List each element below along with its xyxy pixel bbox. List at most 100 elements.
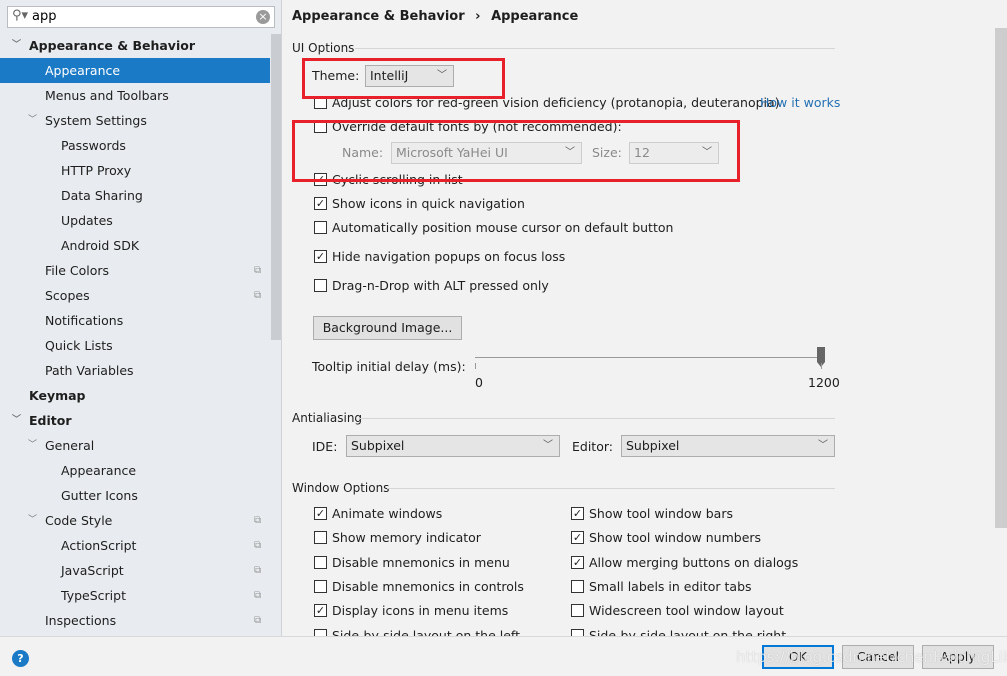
chevron-down-icon[interactable]: ﹀	[28, 433, 37, 458]
project-scope-icon: ⧉	[254, 290, 262, 301]
sidebar-item-label: Code Style	[45, 513, 113, 528]
checkbox-label: Widescreen tool window layout	[589, 603, 784, 619]
show-icons-checkbox[interactable]: ✓ Show icons in quick navigation	[314, 196, 525, 212]
sidebar-item-label: Inspections	[45, 613, 117, 628]
slider-tick	[475, 363, 476, 369]
window-option-checkbox[interactable]: ✓ Show tool window numbers	[571, 530, 761, 546]
sidebar-item[interactable]: ﹀ Editor	[0, 408, 270, 433]
sidebar-item-label: Android SDK	[61, 238, 140, 253]
sidebar-scrollbar[interactable]	[271, 34, 281, 340]
sidebar-item[interactable]: Gutter Icons	[0, 483, 270, 508]
sidebar-item[interactable]: TypeScript ⧉	[0, 583, 270, 608]
checkbox-label: Automatically position mouse cursor on d…	[332, 220, 674, 235]
window-option-checkbox[interactable]: ✓ Allow merging buttons on dialogs	[571, 555, 798, 571]
window-option-checkbox[interactable]: ✓ Show tool window bars	[571, 506, 733, 522]
checkbox-box: ✓	[314, 604, 327, 618]
sidebar-item[interactable]: Data Sharing	[0, 183, 270, 208]
sidebar-item[interactable]: Menus and Toolbars	[0, 83, 270, 108]
antialiasing-title: Antialiasing	[292, 411, 363, 425]
checkbox-box: ✓	[314, 197, 327, 210]
window-option-checkbox[interactable]: ✓ Animate windows	[314, 506, 442, 522]
checkbox-box	[314, 279, 327, 292]
sidebar-item[interactable]: ﹀ Code Style ⧉	[0, 508, 270, 533]
sidebar-item[interactable]: Updates	[0, 208, 270, 233]
dialog-footer: ? OK Cancel Apply https://blog.csdn.net/…	[0, 636, 1007, 676]
editor-label: Editor:	[572, 439, 613, 454]
sidebar-item[interactable]: Passwords	[0, 133, 270, 158]
editor-value: Subpixel	[626, 438, 680, 453]
ide-antialiasing-dropdown[interactable]: Subpixel ﹀	[346, 435, 560, 457]
sidebar-item[interactable]: Quick Lists	[0, 333, 270, 358]
project-scope-icon: ⧉	[254, 265, 262, 276]
watermark: https://blog.csdn.net/chenHaiqingLike	[736, 648, 1007, 666]
checkbox-label: Show memory indicator	[332, 530, 481, 546]
sidebar-item[interactable]: ﹀ General	[0, 433, 270, 458]
checkbox-label: Disable mnemonics in controls	[332, 578, 524, 594]
highlight-box	[302, 58, 505, 99]
breadcrumb-current: Appearance	[491, 9, 579, 24]
sidebar-item-label: JavaScript	[61, 563, 124, 578]
sidebar-item-label: Menus and Toolbars	[45, 88, 169, 103]
sidebar-item-label: Appearance	[61, 463, 137, 478]
project-scope-icon: ⧉	[254, 540, 262, 551]
slider-min-label: 0	[475, 375, 483, 390]
project-scope-icon: ⧉	[254, 590, 262, 601]
sidebar-item[interactable]: Keymap	[0, 383, 270, 408]
project-scope-icon: ⧉	[254, 565, 262, 576]
window-option-checkbox[interactable]: Widescreen tool window layout	[571, 603, 784, 619]
sidebar-item[interactable]: HTTP Proxy	[0, 158, 270, 183]
sidebar-item[interactable]: Inspections ⧉	[0, 608, 270, 633]
sidebar-item-label: ActionScript	[61, 538, 137, 553]
tooltip-delay-label: Tooltip initial delay (ms):	[312, 359, 466, 374]
drag-drop-checkbox[interactable]: Drag-n-Drop with ALT pressed only	[314, 278, 549, 294]
search-field[interactable]: ⚲▾ ×	[7, 6, 275, 28]
project-scope-icon: ⧉	[254, 515, 262, 526]
sidebar-item[interactable]: Appearance	[0, 458, 270, 483]
sidebar-item[interactable]: ActionScript ⧉	[0, 533, 270, 558]
chevron-down-icon[interactable]: ﹀	[28, 108, 37, 133]
help-icon[interactable]: ?	[12, 650, 29, 667]
chevron-down-icon: ﹀	[543, 440, 553, 451]
ide-label: IDE:	[312, 439, 338, 454]
sidebar-item[interactable]: Scopes ⧉	[0, 283, 270, 308]
sidebar-item[interactable]: ﹀ Appearance & Behavior	[0, 33, 270, 58]
chevron-down-icon[interactable]: ﹀	[12, 33, 21, 58]
checkbox-box	[314, 555, 327, 569]
breadcrumb-separator: ›	[475, 9, 481, 24]
sidebar-item[interactable]: JavaScript ⧉	[0, 558, 270, 583]
window-option-checkbox[interactable]: ✓ Display icons in menu items	[314, 603, 508, 619]
chevron-down-icon[interactable]: ﹀	[28, 508, 37, 533]
sidebar-item[interactable]: Android SDK	[0, 233, 270, 258]
auto-cursor-checkbox[interactable]: Automatically position mouse cursor on d…	[314, 220, 673, 236]
sidebar-item-label: General	[45, 438, 95, 453]
hide-popups-checkbox[interactable]: ✓ Hide navigation popups on focus loss	[314, 249, 565, 265]
search-input[interactable]	[32, 9, 252, 24]
main-scrollbar[interactable]	[995, 28, 1007, 528]
sidebar-item[interactable]: Appearance	[0, 58, 270, 83]
sidebar-item[interactable]: Path Variables	[0, 358, 270, 383]
checkbox-box	[571, 579, 584, 593]
checkbox-label: Show tool window numbers	[589, 530, 762, 546]
editor-antialiasing-dropdown[interactable]: Subpixel ﹀	[621, 435, 835, 457]
window-option-checkbox[interactable]: Disable mnemonics in menu	[314, 555, 510, 571]
clear-search-icon[interactable]: ×	[256, 10, 270, 24]
sidebar-item-label: Appearance	[45, 63, 121, 78]
slider-tick	[821, 363, 822, 369]
sidebar-item-label: Passwords	[61, 138, 126, 153]
sidebar-item-label: Notifications	[45, 313, 124, 328]
sidebar-item[interactable]: ﹀ System Settings	[0, 108, 270, 133]
divider	[387, 488, 835, 489]
chevron-down-icon[interactable]: ﹀	[12, 408, 21, 433]
breadcrumb-parent[interactable]: Appearance & Behavior	[292, 9, 465, 24]
checkbox-box	[314, 531, 327, 545]
window-option-checkbox[interactable]: Disable mnemonics in controls	[314, 579, 524, 595]
window-option-checkbox[interactable]: Show memory indicator	[314, 530, 481, 546]
how-it-works-link[interactable]: How it works	[760, 95, 840, 110]
sidebar-item[interactable]: File Colors ⧉	[0, 258, 270, 283]
background-image-button[interactable]: Background Image...	[313, 316, 462, 340]
sidebar-item-label: Quick Lists	[45, 338, 113, 353]
tooltip-delay-slider-track[interactable]	[475, 357, 825, 358]
sidebar-item[interactable]: Notifications	[0, 308, 270, 333]
window-option-checkbox[interactable]: Small labels in editor tabs	[571, 579, 752, 595]
checkbox-box	[314, 221, 327, 234]
